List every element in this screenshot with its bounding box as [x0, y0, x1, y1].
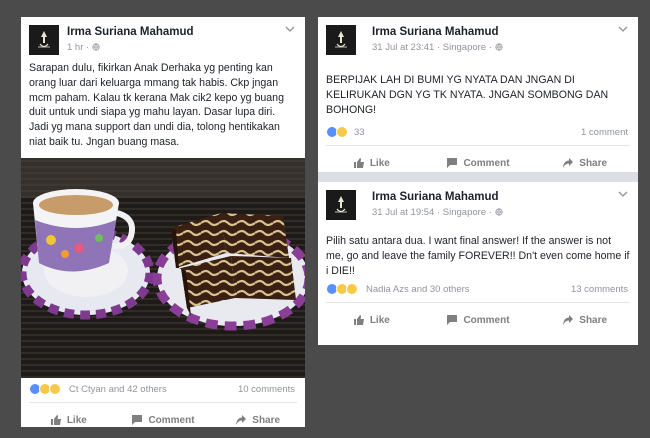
meta-dot: ·	[436, 42, 441, 53]
post-meta: 31 Jul at 19:54 · Singapore ·	[372, 207, 503, 218]
post-time[interactable]: 1 hr	[67, 42, 83, 53]
like-button[interactable]: Like	[21, 403, 116, 437]
avatar[interactable]	[326, 25, 356, 55]
post-author[interactable]: Irma Suriana Mahamud	[67, 26, 194, 38]
reactions-text[interactable]: Nadia Azs and 30 others	[366, 284, 470, 295]
chevron-down-icon[interactable]	[616, 23, 630, 35]
comment-icon	[447, 158, 458, 168]
share-button[interactable]: Share	[531, 303, 638, 337]
post-card-2: Irma Suriana Mahamud 31 Jul at 23:41 · S…	[318, 17, 638, 345]
post-actions: Like Comment Share	[21, 403, 305, 437]
comment-button[interactable]: Comment	[425, 303, 532, 337]
avatar-image	[335, 196, 347, 213]
comment-button[interactable]: Comment	[425, 146, 532, 180]
post-stats: 33 1 comment	[318, 121, 638, 145]
reaction-icons[interactable]	[29, 383, 61, 395]
share-icon	[563, 158, 574, 168]
like-icon	[353, 158, 364, 168]
globe-icon	[494, 208, 503, 216]
globe-icon	[494, 43, 503, 51]
share-label: Share	[579, 314, 608, 326]
comment-label: Comment	[148, 414, 195, 426]
reactions-count[interactable]: 33	[354, 127, 365, 138]
reaction-icons[interactable]	[326, 126, 348, 138]
post-photo[interactable]	[21, 158, 305, 378]
comment-label: Comment	[463, 157, 510, 169]
share-icon	[236, 415, 247, 425]
post-actions: Like Comment Share	[318, 303, 638, 337]
post-location[interactable]: Singapore	[443, 42, 486, 53]
post-actions: Like Comment Share	[318, 146, 638, 180]
reactions-text[interactable]: Ct Ctyan and 42 others	[69, 384, 167, 395]
chevron-down-icon[interactable]	[616, 188, 630, 200]
post-location[interactable]: Singapore	[443, 207, 486, 218]
like-label: Like	[66, 414, 87, 426]
like-button[interactable]: Like	[318, 146, 425, 180]
post-card-1: Irma Suriana Mahamud 1 hr · Sarapan dulu…	[21, 17, 305, 427]
comment-count[interactable]: 13 comments	[571, 284, 628, 295]
like-icon	[50, 415, 61, 425]
share-icon	[563, 315, 574, 325]
post-time[interactable]: 31 Jul at 19:54	[372, 207, 434, 218]
meta-dot: ·	[86, 42, 90, 53]
wow-reaction-icon	[49, 383, 61, 395]
post-header: Irma Suriana Mahamud 1 hr ·	[21, 17, 305, 61]
post-header: Irma Suriana Mahamud 31 Jul at 23:41 · S…	[318, 17, 638, 61]
post-author[interactable]: Irma Suriana Mahamud	[372, 191, 499, 203]
avatar-image	[335, 31, 347, 48]
meta-dot: ·	[488, 42, 492, 53]
share-label: Share	[252, 414, 281, 426]
post-stats: Ct Ctyan and 42 others 10 comments	[21, 378, 305, 402]
comment-label: Comment	[463, 314, 510, 326]
share-button[interactable]: Share	[210, 403, 305, 437]
breakfast-photo	[21, 158, 305, 378]
meta-dot: ·	[488, 207, 492, 218]
post-text: BERPIJAK LAH DI BUMI YG NYATA DAN JNGAN …	[326, 74, 609, 116]
reaction-icons[interactable]	[326, 283, 358, 295]
avatar[interactable]	[326, 190, 356, 220]
post-text: Sarapan dulu, fikirkan Anak Derhaka yg p…	[29, 62, 284, 148]
post-meta: 31 Jul at 23:41 · Singapore ·	[372, 42, 503, 53]
post-stats: Nadia Azs and 30 others 13 comments	[318, 278, 638, 302]
globe-icon	[92, 43, 100, 51]
comment-icon	[132, 415, 143, 425]
comment-icon	[447, 315, 458, 325]
like-label: Like	[369, 314, 390, 326]
comment-count[interactable]: 1 comment	[581, 127, 628, 138]
post-time[interactable]: 31 Jul at 23:41	[372, 42, 434, 53]
avatar-image	[38, 31, 50, 48]
avatar[interactable]	[29, 25, 59, 55]
post-meta: 1 hr ·	[67, 42, 100, 53]
like-label: Like	[369, 157, 390, 169]
post-3: Irma Suriana Mahamud 31 Jul at 19:54 · S…	[318, 182, 638, 337]
comment-button[interactable]: Comment	[116, 403, 211, 437]
post-author[interactable]: Irma Suriana Mahamud	[372, 26, 499, 38]
share-label: Share	[579, 157, 608, 169]
wow-reaction-icon	[346, 283, 358, 295]
like-button[interactable]: Like	[318, 303, 425, 337]
post-text: Pilih satu antara dua. I want final answ…	[326, 235, 630, 277]
meta-dot: ·	[436, 207, 441, 218]
share-button[interactable]: Share	[531, 146, 638, 180]
sad-reaction-icon	[336, 126, 348, 138]
post-header: Irma Suriana Mahamud 31 Jul at 19:54 · S…	[318, 182, 638, 226]
chevron-down-icon[interactable]	[283, 23, 297, 35]
post-2: Irma Suriana Mahamud 31 Jul at 23:41 · S…	[318, 17, 638, 172]
like-icon	[353, 315, 364, 325]
comment-count[interactable]: 10 comments	[238, 384, 295, 395]
